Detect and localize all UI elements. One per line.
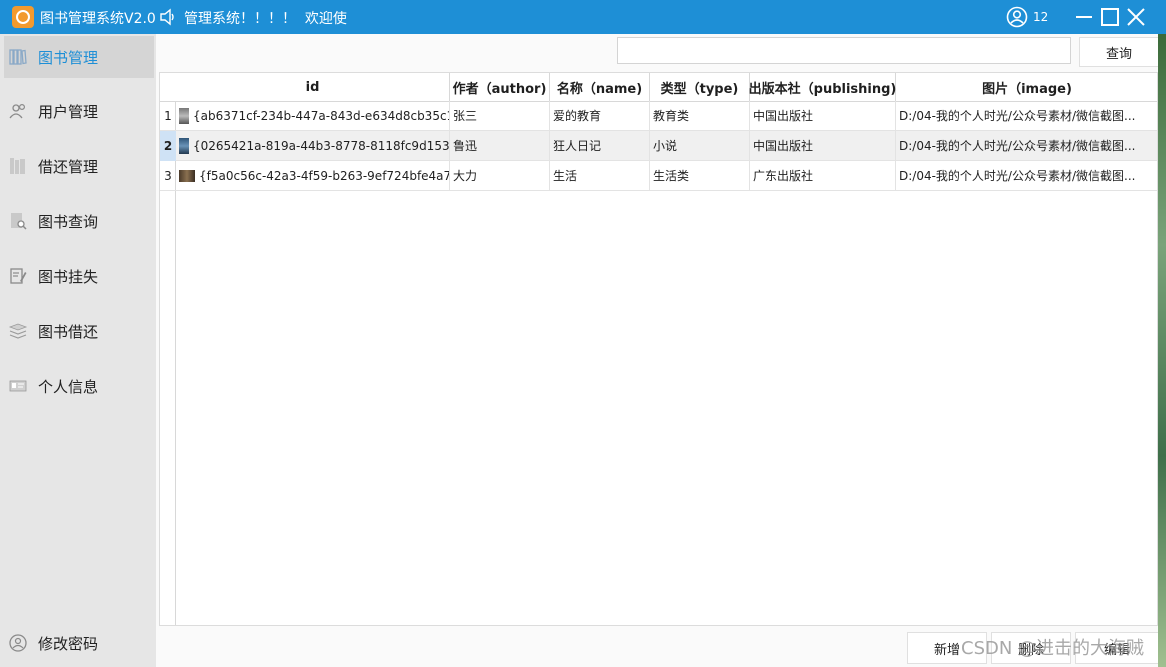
cell-publishing[interactable]: 广东出版社: [750, 161, 896, 190]
watermark: CSDN @进击的大海贼: [961, 638, 1145, 659]
book-table: id 作者（author) 名称（name) 类型（type) 出版本社（pub…: [159, 72, 1158, 626]
speaker-icon: [160, 8, 174, 26]
cell-id-text: {ab6371cf-234b-447a-843d-e634d8cb35c1}: [193, 108, 450, 123]
cell-type[interactable]: 教育类: [650, 101, 750, 130]
user-icon[interactable]: [1006, 6, 1028, 28]
cell-type[interactable]: 生活类: [650, 161, 750, 190]
sidebar-item-label: 借还管理: [38, 157, 99, 176]
cell-author[interactable]: 鲁迅: [450, 131, 550, 160]
minimize-button[interactable]: [1072, 5, 1096, 29]
cell-name[interactable]: 生活: [550, 161, 650, 190]
cell-image[interactable]: D:/04-我的个人时光/公众号素材/微信截图...: [896, 101, 1157, 130]
sidebar-item-book-query[interactable]: 图书查询: [4, 200, 154, 242]
column-header-name[interactable]: 名称（name): [550, 73, 650, 101]
column-header-image[interactable]: 图片（image): [896, 73, 1157, 101]
cell-author[interactable]: 大力: [450, 161, 550, 190]
borrow-return-icon: [10, 158, 25, 174]
sidebar-item-report-loss[interactable]: 图书挂失: [4, 255, 154, 297]
user-count: 12: [1033, 10, 1049, 24]
sidebar-item-borrow-management[interactable]: 借还管理: [4, 145, 154, 187]
sidebar-item-user-management[interactable]: 用户管理: [4, 90, 154, 132]
sidebar-item-label: 个人信息: [38, 377, 99, 396]
book-search-icon: [11, 213, 27, 230]
row-number[interactable]: 2: [160, 131, 176, 161]
cell-id[interactable]: {f5a0c56c-42a3-4f59-b263-9ef724bfe4a7}: [176, 161, 450, 190]
cell-image[interactable]: D:/04-我的个人时光/公众号素材/微信截图...: [896, 131, 1157, 160]
app-title: 图书管理系统V2.0: [40, 11, 156, 27]
sidebar-item-label: 图书挂失: [38, 267, 99, 286]
column-header-type[interactable]: 类型（type): [650, 73, 750, 101]
cell-publishing[interactable]: 中国出版社: [750, 131, 896, 160]
close-button[interactable]: [1124, 5, 1148, 29]
sidebar-item-book-management[interactable]: 图书管理: [4, 36, 154, 78]
cell-publishing[interactable]: 中国出版社: [750, 101, 896, 130]
maximize-button[interactable]: [1098, 5, 1122, 29]
sidebar-item-label: 图书管理: [38, 48, 99, 67]
sidebar-item-label: 修改密码: [38, 634, 99, 653]
lock-icon: [9, 634, 27, 652]
row-number[interactable]: 1: [160, 101, 176, 131]
cell-id[interactable]: {0265421a-819a-44b3-8778-8118fc9d153a}: [176, 131, 450, 160]
sidebar-item-label: 图书查询: [38, 212, 99, 231]
books-icon: [9, 49, 27, 65]
cell-id[interactable]: {ab6371cf-234b-447a-843d-e634d8cb35c1}: [176, 101, 450, 130]
stack-books-icon: [8, 323, 28, 339]
sidebar-item-personal-info[interactable]: 个人信息: [4, 365, 154, 407]
sidebar-item-change-password[interactable]: 修改密码: [4, 622, 154, 664]
app-logo-icon: [12, 6, 34, 28]
users-icon: [9, 103, 26, 119]
sidebar-item-label: 用户管理: [38, 102, 99, 121]
table-row[interactable]: 2 {0265421a-819a-44b3-8778-8118fc9d153a}…: [160, 131, 1157, 161]
cell-id-text: {0265421a-819a-44b3-8778-8118fc9d153a}: [193, 138, 450, 153]
row-number[interactable]: 3: [160, 161, 176, 191]
sidebar-item-book-borrow[interactable]: 图书借还: [4, 310, 154, 352]
table-row[interactable]: 1 {ab6371cf-234b-447a-843d-e634d8cb35c1}…: [160, 101, 1157, 131]
search-input[interactable]: [617, 37, 1071, 64]
title-bar: 图书管理系统V2.0 管理系统！！！！ 欢迎使 12: [0, 0, 1166, 34]
id-card-icon: [9, 380, 27, 392]
thumbnail-image: [179, 107, 189, 124]
column-header-author[interactable]: 作者（author): [450, 73, 550, 101]
column-header-id[interactable]: id: [176, 73, 450, 101]
cell-type[interactable]: 小说: [650, 131, 750, 160]
sidebar: 图书管理 用户管理 借还管理 图书查询 图书挂失 图书借还 个人信息 修改密码: [0, 34, 156, 667]
cell-id-text: {f5a0c56c-42a3-4f59-b263-9ef724bfe4a7}: [199, 168, 450, 183]
sidebar-item-label: 图书借还: [38, 322, 99, 341]
cell-name[interactable]: 狂人日记: [550, 131, 650, 160]
table-row[interactable]: 3 {f5a0c56c-42a3-4f59-b263-9ef724bfe4a7}…: [160, 161, 1157, 191]
report-loss-icon: [10, 268, 27, 284]
main-panel: 查询 id 作者（author) 名称（name) 类型（type) 出版本社（…: [156, 34, 1166, 667]
welcome-marquee: 管理系统！！！！ 欢迎使: [184, 11, 347, 27]
search-button[interactable]: 查询: [1079, 37, 1159, 67]
thumbnail-image: [179, 137, 189, 154]
thumbnail-image: [179, 169, 195, 182]
cell-author[interactable]: 张三: [450, 101, 550, 130]
column-header-publishing[interactable]: 出版本社（publishing): [749, 73, 896, 101]
cell-name[interactable]: 爱的教育: [550, 101, 650, 130]
cell-image[interactable]: D:/04-我的个人时光/公众号素材/微信截图...: [896, 161, 1157, 190]
desktop-background: [1158, 34, 1166, 667]
table-header: id 作者（author) 名称（name) 类型（type) 出版本社（pub…: [160, 73, 1157, 102]
